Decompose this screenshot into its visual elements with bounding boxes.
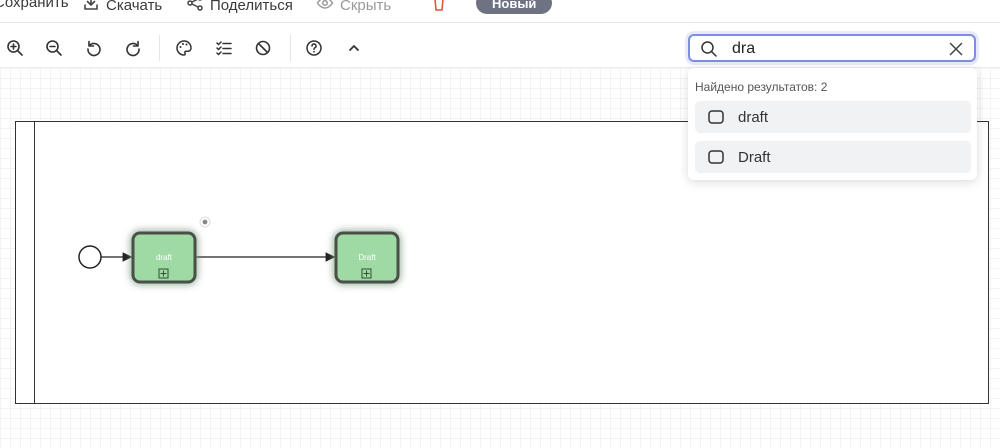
info-icon[interactable] [199,216,211,228]
start-event[interactable] [78,245,102,269]
search-result-item[interactable]: Draft [695,141,971,173]
task-label: draft [156,253,173,262]
search-input[interactable] [730,38,934,60]
search-results-dropdown: Найдено результатов: 2 draft Draft [688,68,977,180]
search-icon [701,41,717,57]
task-draft-2[interactable]: Draft [334,231,400,284]
results-count: Найдено результатов: 2 [695,80,828,94]
search-box [688,34,976,62]
task-icon [708,150,724,164]
task-icon [708,110,724,124]
search-result-item[interactable]: draft [695,101,971,133]
task-label: Draft [358,253,376,262]
result-label: draft [738,108,769,126]
result-label: Draft [738,148,771,166]
task-draft-1[interactable]: draft [131,231,197,284]
close-icon[interactable] [948,41,964,57]
